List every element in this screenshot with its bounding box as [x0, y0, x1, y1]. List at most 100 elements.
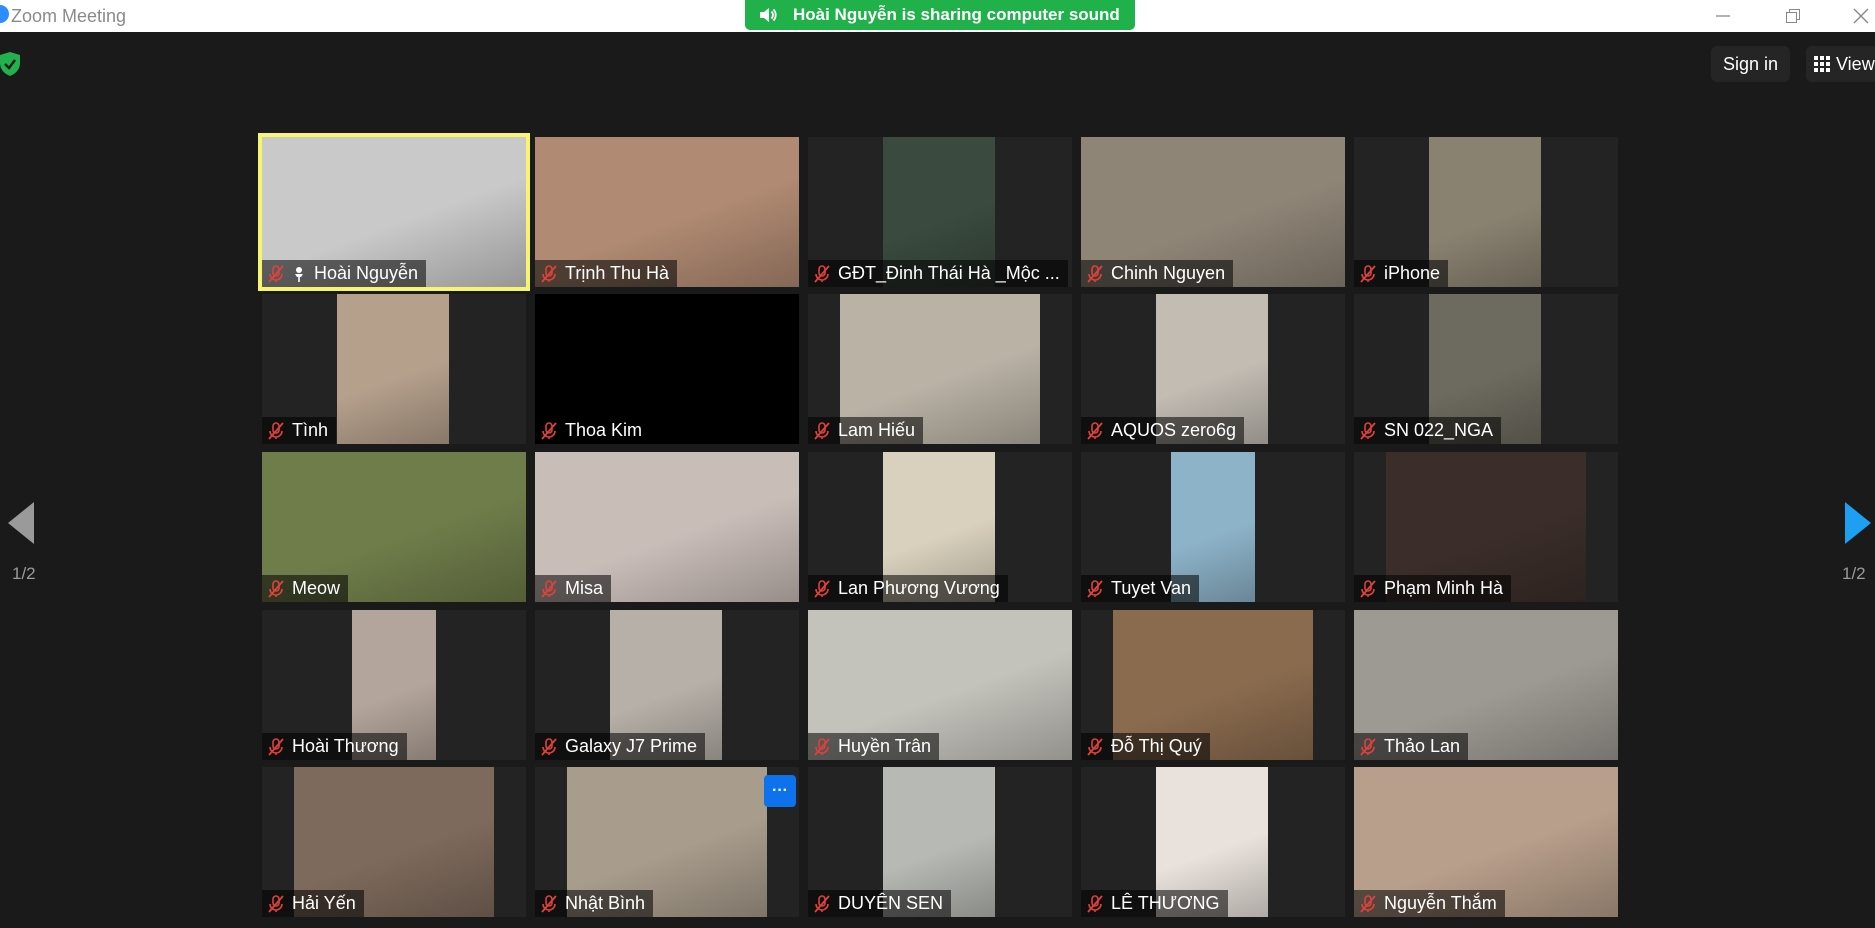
participant-name-tag: Thoa Kim [535, 417, 651, 444]
participant-tile[interactable]: Thoa Kim [535, 294, 799, 444]
muted-mic-icon [1087, 737, 1103, 756]
muted-mic-icon [814, 894, 830, 913]
participant-tile[interactable]: Nguyễn Thắm [1354, 767, 1618, 917]
participant-name: GĐT_Đinh Thái Hà _Mộc ... [838, 263, 1060, 283]
participant-name-tag: Hoài Thương [262, 733, 407, 760]
participant-name-tag: Lam Hiếu [808, 417, 924, 444]
muted-mic-icon [541, 421, 557, 440]
view-button[interactable]: View [1806, 46, 1875, 82]
muted-mic-icon [268, 737, 284, 756]
participant-tile[interactable]: Lam Hiếu [808, 294, 1072, 444]
participant-name: Trịnh Thu Hà [565, 263, 670, 283]
participant-tile[interactable]: iPhone [1354, 137, 1618, 287]
participant-name-tag: iPhone [1354, 260, 1449, 287]
participant-name: Nhật Bình [565, 893, 646, 913]
participant-name-tag: Tình [262, 417, 337, 444]
participant-name: Nguyễn Thắm [1384, 893, 1497, 913]
muted-mic-icon [814, 421, 830, 440]
participant-name-tag: Đỗ Thị Quý [1081, 733, 1210, 760]
muted-mic-icon [541, 579, 557, 598]
participant-tile[interactable]: Hoài Nguyễn [258, 133, 530, 291]
participant-name: Đỗ Thị Quý [1111, 736, 1202, 756]
participant-tile[interactable]: Hải Yến [262, 767, 526, 917]
participant-name-tag: Nhật Bình [535, 890, 654, 917]
muted-mic-icon [814, 579, 830, 598]
participant-tile[interactable]: GĐT_Đinh Thái Hà _Mộc ... [808, 137, 1072, 287]
encryption-shield-icon[interactable] [0, 52, 20, 81]
muted-mic-icon [541, 264, 557, 283]
participant-tile[interactable]: Tuyet Van [1081, 452, 1345, 602]
title-bar: Zoom Meeting Hoài Nguyễn is sharing comp… [0, 0, 1875, 32]
muted-mic-icon [814, 737, 830, 756]
participant-name: Hải Yến [292, 893, 356, 913]
participant-name-tag: Galaxy J7 Prime [535, 733, 706, 760]
muted-mic-icon [1360, 737, 1376, 756]
restore-button[interactable] [1770, 0, 1816, 32]
muted-mic-icon [541, 737, 557, 756]
minimize-button[interactable] [1700, 0, 1746, 32]
meeting-area: Sign in View 1/2 1/2 Hoài Nguyễn Trịnh Th… [0, 32, 1875, 928]
arrow-left-icon [8, 502, 34, 544]
view-label: View [1836, 53, 1875, 74]
muted-mic-icon [1360, 894, 1376, 913]
participant-name: iPhone [1384, 263, 1441, 283]
muted-mic-icon [1360, 579, 1376, 598]
participant-tile[interactable]: Meow [262, 452, 526, 602]
muted-mic-icon [1087, 421, 1103, 440]
participant-tile[interactable]: Nhật Bình ··· [535, 767, 799, 917]
participant-tile[interactable]: SN 022_NGA [1354, 294, 1618, 444]
muted-mic-icon [1087, 264, 1103, 283]
participant-name: Phạm Minh Hà [1384, 578, 1504, 598]
participant-name: Misa [565, 578, 604, 598]
participant-name: Thảo Lan [1384, 736, 1461, 756]
participant-name-tag: Hải Yến [262, 890, 364, 917]
participant-name: Thoa Kim [565, 420, 643, 440]
participant-tile[interactable]: Đỗ Thị Quý [1081, 610, 1345, 760]
participant-name-tag: GĐT_Đinh Thái Hà _Mộc ... [808, 260, 1068, 287]
muted-mic-icon [1087, 579, 1103, 598]
participant-name-tag: Meow [262, 575, 349, 602]
participant-tile[interactable]: Trịnh Thu Hà [535, 137, 799, 287]
participant-name: Tình [292, 420, 329, 440]
participant-tile[interactable]: Chinh Nguyen [1081, 137, 1345, 287]
participant-tile[interactable]: Galaxy J7 Prime [535, 610, 799, 760]
sound-sharing-banner[interactable]: Hoài Nguyễn is sharing computer sound [745, 0, 1135, 30]
muted-mic-icon [268, 264, 284, 283]
participant-name: Galaxy J7 Prime [565, 736, 698, 756]
participant-name-tag: LÊ THƯƠNG [1081, 890, 1228, 917]
participant-tile[interactable]: Thảo Lan [1354, 610, 1618, 760]
participant-name-tag: AQUOS zero6g [1081, 417, 1245, 444]
speaker-icon [759, 7, 777, 23]
more-options-button[interactable]: ··· [764, 775, 796, 807]
participant-tile[interactable]: LÊ THƯƠNG [1081, 767, 1345, 917]
participant-tile[interactable]: Phạm Minh Hà [1354, 452, 1618, 602]
sign-in-button[interactable]: Sign in [1711, 46, 1791, 82]
participant-name: Lam Hiếu [838, 420, 916, 440]
participant-tile[interactable]: Hoài Thương [262, 610, 526, 760]
participant-tile[interactable]: AQUOS zero6g [1081, 294, 1345, 444]
participant-name: AQUOS zero6g [1111, 420, 1237, 440]
participant-name: LÊ THƯƠNG [1111, 893, 1220, 913]
participant-tile[interactable]: Huyền Trân [808, 610, 1072, 760]
restore-icon [1786, 9, 1800, 23]
muted-mic-icon [1360, 421, 1376, 440]
muted-mic-icon [268, 421, 284, 440]
participant-tile[interactable]: Misa [535, 452, 799, 602]
participant-tile[interactable]: Lan Phương Vương [808, 452, 1072, 602]
participant-tile[interactable]: DUYÊN SEN [808, 767, 1072, 917]
participant-name-tag: Thảo Lan [1354, 733, 1469, 760]
grid-view-icon [1814, 56, 1830, 72]
participant-name-tag: Hoài Nguyễn [262, 260, 427, 287]
window-title: Zoom Meeting [11, 6, 127, 26]
spotlight-pin-icon [292, 266, 306, 282]
close-button[interactable] [1838, 0, 1875, 32]
zoom-logo-icon [0, 5, 9, 23]
muted-mic-icon [814, 264, 830, 283]
participant-name-tag: Tuyet Van [1081, 575, 1200, 602]
participant-name-tag: DUYÊN SEN [808, 890, 952, 917]
participant-name: Meow [292, 578, 341, 598]
previous-page-arrow[interactable] [8, 502, 34, 549]
participant-tile[interactable]: Tình [262, 294, 526, 444]
next-page-arrow[interactable] [1845, 502, 1871, 549]
participant-video [337, 294, 449, 444]
